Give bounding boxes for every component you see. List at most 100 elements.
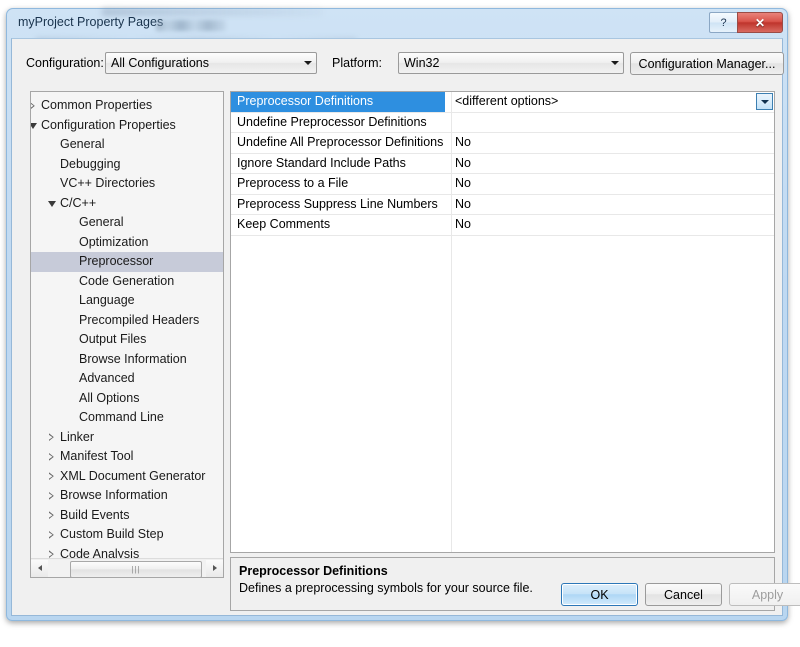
tree-item-label: Precompiled Headers (79, 312, 200, 327)
property-value[interactable]: No (455, 195, 772, 215)
tree-item-all-options[interactable]: All Options (31, 389, 223, 409)
tree-item-label: Advanced (79, 371, 135, 385)
tree-item-label: XML Document Generator (60, 468, 206, 483)
close-icon[interactable]: ✕ (737, 12, 783, 33)
chevron-down-icon[interactable] (44, 194, 59, 214)
configuration-toolbar: Configuration: All Configurations Platfo… (12, 39, 784, 91)
expander-triangle (49, 472, 54, 480)
property-value[interactable]: <different options> (455, 92, 772, 112)
tree-item-label: Custom Build Step (60, 527, 164, 541)
configuration-label: Configuration: (26, 56, 104, 70)
tree-item-preprocessor[interactable]: Preprocessor (31, 252, 223, 272)
expander-triangle (49, 453, 54, 461)
tree-item-label: Linker (60, 429, 95, 444)
property-pages-dialog: myProject Property Pages ? ✕ Configurati… (6, 8, 800, 621)
title-redacted-region (156, 20, 226, 31)
property-row[interactable]: Keep Comments No (231, 215, 774, 236)
tree-item-code-generation[interactable]: Code Generation (31, 272, 223, 292)
property-value[interactable]: No (455, 154, 772, 174)
tree-item-language[interactable]: Language (31, 291, 223, 311)
tree-item-label: Output Files (79, 332, 147, 346)
property-row[interactable]: Undefine Preprocessor Definitions (231, 113, 774, 133)
apply-button[interactable]: Apply (729, 583, 800, 606)
chevron-down-icon[interactable] (299, 61, 316, 65)
help-button[interactable]: ? (709, 12, 737, 33)
chevron-right-icon[interactable] (44, 428, 59, 448)
chevron-down-icon[interactable] (31, 116, 40, 136)
tree-item-vc-directories[interactable]: VC++ Directories (31, 174, 223, 194)
configuration-manager-button[interactable]: Configuration Manager... (630, 52, 784, 75)
property-row[interactable]: Preprocess to a File No (231, 174, 774, 195)
expander-triangle (31, 123, 37, 130)
screenshot-root: myProject Property Pages ? ✕ Configurati… (0, 0, 800, 647)
tree-item-label: Command Line (79, 410, 164, 424)
configuration-combobox[interactable]: All Configurations (105, 52, 317, 74)
tree-item-c-c[interactable]: C/C++ (31, 194, 223, 214)
tree-item-label: All Options (79, 390, 140, 405)
tree-item-custom-build-step[interactable]: Custom Build Step (31, 525, 223, 545)
property-grid-rows[interactable]: Preprocessor Definitions <different optio… (231, 92, 774, 236)
property-row[interactable]: Undefine All Preprocessor Definitions No (231, 133, 774, 154)
tree-item-advanced[interactable]: Advanced (31, 369, 223, 389)
tree-item-label: C/C++ (60, 195, 97, 210)
tree-item-command-line[interactable]: Command Line (31, 408, 223, 428)
expander-triangle (49, 511, 54, 519)
tree-item-browse-information[interactable]: Browse Information (31, 350, 223, 370)
tree-item-debugging[interactable]: Debugging (31, 155, 223, 175)
tree-item-label: Language (79, 293, 135, 307)
scroll-left-icon[interactable] (31, 559, 48, 577)
property-name: Ignore Standard Include Paths (237, 155, 406, 170)
tree-item-common-properties[interactable]: Common Properties (31, 96, 223, 116)
tree-item-label: Common Properties (41, 98, 153, 112)
tree-item-optimization[interactable]: Optimization (31, 233, 223, 253)
dialog-client-area: Configuration: All Configurations Platfo… (11, 38, 800, 616)
tree-item-label: Debugging (60, 156, 121, 171)
tree-item-label: Configuration Properties (41, 117, 176, 132)
scrollbar-track[interactable]: ||| (48, 559, 206, 577)
tree-item-configuration-properties[interactable]: Configuration Properties (31, 116, 223, 136)
property-value[interactable]: No (455, 174, 772, 194)
chevron-right-icon[interactable] (44, 447, 59, 467)
property-tree-panel[interactable]: Common Properties Configuration Propertie… (30, 91, 224, 578)
property-row[interactable]: Preprocess Suppress Line Numbers No (231, 195, 774, 215)
expander-triangle (47, 201, 56, 208)
platform-combobox[interactable]: Win32 (398, 52, 624, 74)
chevron-right-icon[interactable] (44, 486, 59, 506)
window-title: myProject Property Pages (18, 15, 164, 29)
expander-triangle (49, 433, 54, 441)
tree-item-label: Browse Information (79, 351, 187, 366)
tree-item-browse-information[interactable]: Browse Information (31, 486, 223, 506)
chevron-down-icon[interactable] (606, 61, 623, 65)
scroll-right-icon[interactable] (206, 559, 223, 577)
property-name: Preprocess to a File (237, 176, 349, 190)
ok-button[interactable]: OK (561, 583, 638, 606)
configuration-combobox-value: All Configurations (111, 56, 209, 70)
chevron-right-icon[interactable] (44, 525, 59, 545)
property-value-dropdown-button[interactable] (756, 93, 773, 110)
tree-item-build-events[interactable]: Build Events (31, 506, 223, 526)
property-row[interactable]: Ignore Standard Include Paths No (231, 154, 774, 174)
chevron-right-icon[interactable] (31, 96, 40, 116)
property-name: Undefine All Preprocessor Definitions (237, 135, 444, 149)
tree-item-label: VC++ Directories (60, 176, 156, 190)
title-bar[interactable]: myProject Property Pages ? ✕ (6, 8, 788, 47)
tree-item-precompiled-headers[interactable]: Precompiled Headers (31, 311, 223, 331)
tree-item-linker[interactable]: Linker (31, 428, 223, 448)
chevron-right-icon[interactable] (44, 467, 59, 487)
tree-item-general[interactable]: General (31, 213, 223, 233)
cancel-button[interactable]: Cancel (645, 583, 722, 606)
property-value[interactable]: No (455, 215, 772, 235)
tree-item-general[interactable]: General (31, 135, 223, 155)
property-grid[interactable]: Preprocessor Definitions <different optio… (230, 91, 775, 553)
chevron-right-icon[interactable] (44, 506, 59, 526)
platform-label: Platform: (332, 56, 383, 70)
tree-item-output-files[interactable]: Output Files (31, 330, 223, 350)
property-name: Undefine Preprocessor Definitions (237, 114, 427, 129)
property-row[interactable]: Preprocessor Definitions <different optio… (231, 92, 774, 113)
tree-item-label: Preprocessor (79, 254, 154, 268)
tree-item-manifest-tool[interactable]: Manifest Tool (31, 447, 223, 467)
tree-item-xml-document-generator[interactable]: XML Document Generator (31, 467, 223, 487)
property-value[interactable]: No (455, 133, 772, 153)
chevron-down-icon (760, 99, 769, 104)
property-tree[interactable]: Common Properties Configuration Propertie… (31, 96, 223, 561)
